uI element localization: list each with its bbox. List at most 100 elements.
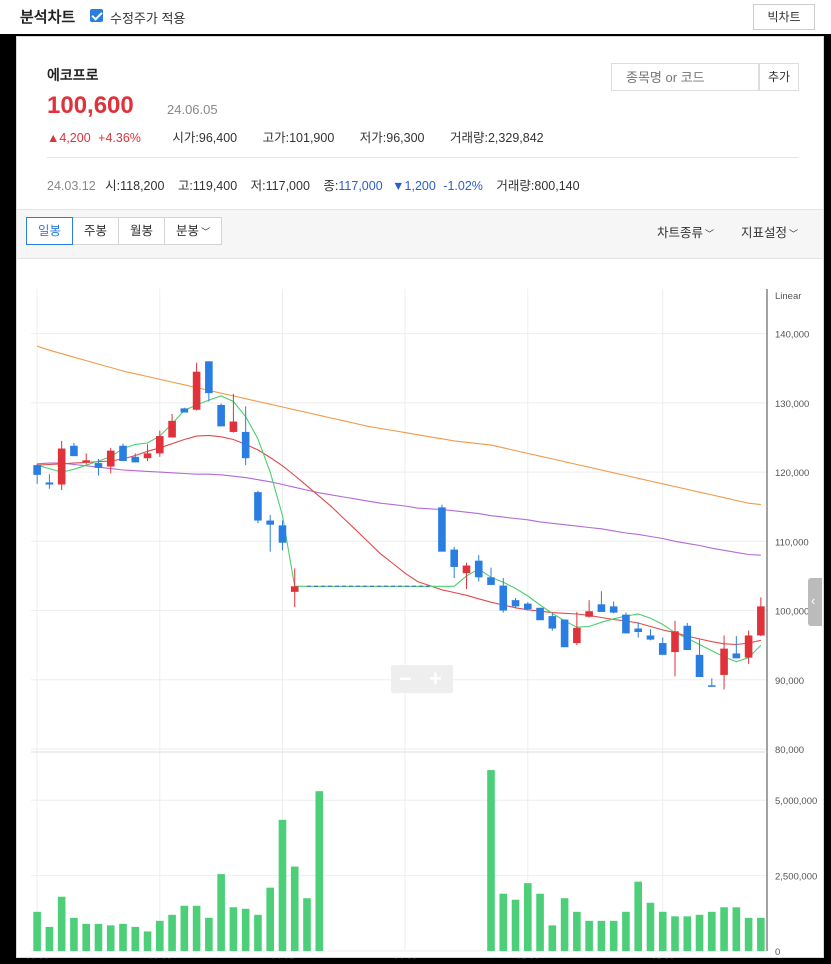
tab-daily[interactable]: 일봉	[26, 217, 74, 245]
volume-bar	[720, 907, 728, 951]
side-panel-toggle[interactable]: ‹	[808, 578, 822, 626]
candle-body	[536, 607, 544, 621]
price-summary: ▲4,200 +4.36% 시가:96,400 고가:101,900 저가:96…	[47, 131, 544, 145]
candle-body	[732, 653, 741, 659]
volume-bar	[70, 917, 78, 951]
price-tick-label: 100,000	[775, 607, 809, 618]
indicator-settings-dropdown[interactable]: 지표설정 ﹀	[741, 222, 798, 241]
high-value: 101,900	[289, 131, 335, 145]
search-box[interactable]	[611, 63, 759, 91]
crosshair-volume: 800,140	[534, 179, 580, 193]
chart-panel: 에코프로 100,600 24.06.05 추가 ▲4,200 +4.36% 시…	[16, 36, 824, 964]
candle-body	[241, 431, 250, 459]
zoom-controls: − +	[391, 665, 453, 693]
ma5-line	[36, 395, 762, 663]
top-bar: 분석차트 수정주가 적용 빅차트	[0, 0, 831, 34]
current-price: 100,600	[47, 92, 134, 119]
volume-bar	[523, 883, 532, 951]
panel-title: 분석차트	[20, 9, 76, 26]
volume-bar	[180, 905, 189, 951]
candle-body	[474, 560, 483, 578]
volume-bar	[94, 923, 103, 951]
volume-bar	[143, 931, 152, 951]
volume-bar	[205, 917, 213, 951]
price-tick-label: 140,000	[775, 330, 809, 341]
minus-icon[interactable]: −	[399, 666, 412, 692]
volume-bar	[560, 898, 569, 951]
low-label: 저가	[359, 131, 383, 145]
volume-bar	[646, 902, 655, 951]
chevron-left-icon: ‹	[811, 593, 816, 608]
stock-name: 에코프로	[47, 67, 99, 83]
x-tick-label: 05.23	[651, 957, 675, 959]
candle-body	[523, 603, 532, 610]
crosshair-high-label: 고	[177, 179, 190, 193]
candle-body	[646, 635, 655, 640]
tab-minute[interactable]: 분봉 ﹀	[164, 217, 223, 245]
price-tick-label: 130,000	[775, 399, 809, 410]
volume-bar	[744, 917, 753, 951]
down-triangle-icon: ▼	[392, 179, 405, 193]
volume-bar	[106, 925, 115, 951]
volume-bar	[695, 914, 704, 951]
change-value: 4,200	[59, 131, 91, 145]
candle-body	[278, 525, 287, 543]
volume-bar	[573, 911, 581, 951]
add-button[interactable]: 추가	[759, 63, 799, 91]
price-tick-label: 90,000	[775, 676, 804, 687]
open-label: 시가	[172, 131, 196, 145]
volume-bar	[548, 925, 557, 951]
crosshair-date: 24.03.12	[47, 179, 96, 193]
candle-body	[511, 600, 520, 607]
volume-bar	[241, 908, 250, 951]
candle-body	[192, 371, 201, 410]
ma120-line	[36, 345, 761, 506]
chart-area[interactable]: 140,000 130,000 120,000 110,000 100,000 90,00…	[17, 259, 823, 964]
chart-type-dropdown[interactable]: 차트종류 ﹀	[657, 222, 714, 241]
candle-body	[438, 507, 446, 552]
candle-body	[57, 448, 66, 485]
volume-value: 2,329,842	[487, 131, 544, 145]
candle-body	[155, 436, 164, 454]
crosshair-high: 119,400	[192, 179, 238, 193]
crosshair-low: 117,000	[265, 179, 310, 193]
candle-body	[671, 631, 679, 653]
volume-bar	[585, 920, 593, 951]
x-tick-label: 03.22	[148, 957, 172, 959]
adjusted-price-label[interactable]: 수정주가 적용	[110, 8, 185, 27]
big-chart-button[interactable]: 빅차트	[753, 4, 815, 30]
candle-body	[622, 614, 630, 634]
crosshair-close: 117,000	[338, 179, 383, 193]
x-tick-label: 04.22	[393, 957, 417, 959]
volume-bar	[119, 923, 127, 951]
tab-monthly[interactable]: 월봉	[118, 217, 166, 245]
period-tabs: 일봉 주봉 월봉 분봉 ﹀	[26, 217, 223, 245]
check-icon[interactable]	[90, 9, 103, 22]
chevron-down-icon: ﹀	[789, 229, 799, 239]
volume-bar	[658, 911, 667, 951]
chevron-down-icon: ﹀	[201, 227, 211, 237]
volume-bar	[217, 874, 225, 951]
x-tick-label: 03.08	[25, 957, 49, 959]
candle-body	[634, 628, 643, 632]
tab-weekly[interactable]: 주봉	[72, 217, 120, 245]
candle-body	[229, 421, 238, 432]
stock-search-input[interactable]	[624, 69, 758, 86]
candle-body	[695, 654, 704, 677]
x-tick-label: 04.05	[271, 957, 295, 959]
candlestick-chart[interactable]: 140,000 130,000 120,000 110,000 100,000 90,00…	[17, 259, 823, 964]
high-label: 고가	[262, 131, 286, 145]
candle-body	[720, 648, 728, 675]
volume-bar	[278, 819, 287, 951]
change-pct: +4.36%	[98, 131, 141, 145]
low-value: 96,300	[386, 131, 425, 145]
plus-icon[interactable]: +	[429, 666, 442, 692]
crosshair-info: 24.03.12 시:118,200 고:119,400 저:117,000 종…	[47, 179, 580, 193]
volume-bar	[511, 899, 520, 951]
volume-bar	[33, 911, 41, 951]
candle-body	[450, 549, 459, 567]
candle-body	[487, 577, 495, 585]
volume-bar	[155, 920, 164, 951]
volume-bar	[609, 920, 618, 951]
price-tick-label: 80,000	[775, 745, 804, 756]
